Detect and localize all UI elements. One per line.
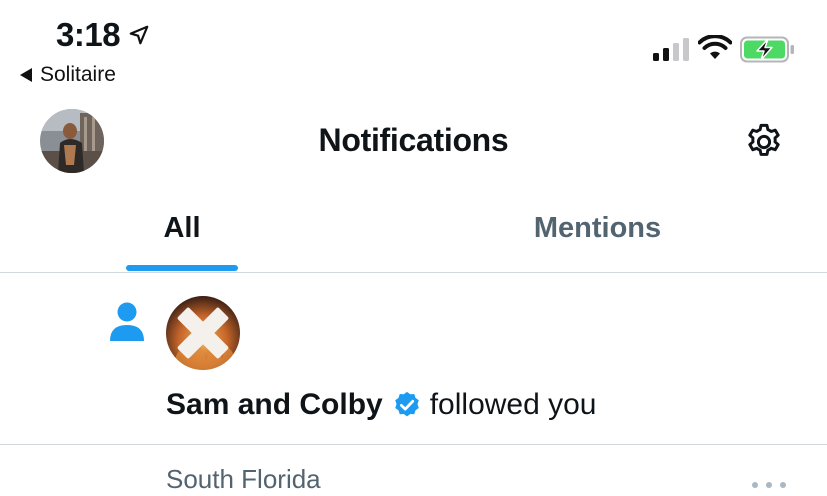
page-title: Notifications xyxy=(0,121,827,159)
cellular-signal-icon xyxy=(653,38,689,61)
list-divider xyxy=(0,444,827,445)
wifi-icon xyxy=(698,35,732,59)
tab-mentions-label: Mentions xyxy=(533,212,662,244)
back-app-label: Solitaire xyxy=(40,63,116,86)
notification-tabs: All Mentions xyxy=(0,195,827,273)
notification-action: followed you xyxy=(429,388,597,421)
more-dot xyxy=(780,482,786,488)
active-tab-indicator xyxy=(126,265,238,271)
status-time-label: 3:18 xyxy=(56,16,121,53)
tab-all-label: All xyxy=(163,212,201,244)
gear-icon xyxy=(748,123,780,156)
battery-charging-icon xyxy=(740,36,794,63)
follower-avatar[interactable] xyxy=(166,296,240,370)
settings-button[interactable] xyxy=(741,119,787,165)
next-item-location: South Florida xyxy=(166,464,321,494)
status-time: 3:18 xyxy=(56,16,150,54)
follower-name[interactable]: Sam and Colby xyxy=(166,388,383,422)
tab-all[interactable]: All xyxy=(126,195,238,272)
more-dot xyxy=(766,482,772,488)
person-icon xyxy=(110,302,144,341)
location-arrow-icon xyxy=(129,25,149,45)
more-options-icon[interactable] xyxy=(752,482,786,492)
tab-mentions[interactable]: Mentions xyxy=(500,195,695,272)
page-title-text: Notifications xyxy=(318,122,509,158)
back-caret-icon xyxy=(20,68,32,82)
notification-text: Sam and Colby followed you xyxy=(166,388,597,422)
back-to-app-button[interactable]: Solitaire xyxy=(20,63,116,87)
more-dot xyxy=(752,482,758,488)
verified-badge-icon xyxy=(394,391,419,417)
